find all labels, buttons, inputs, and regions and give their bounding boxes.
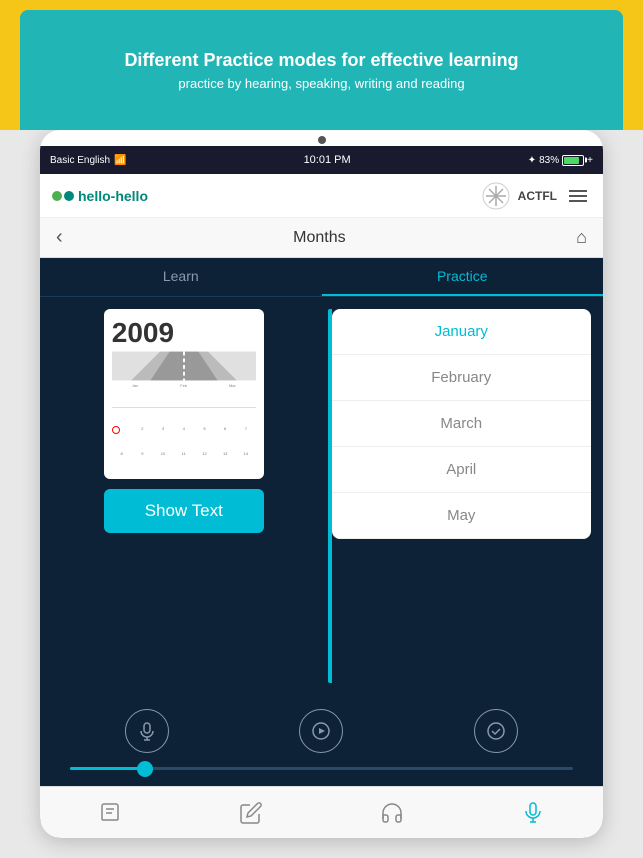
battery-percent: 83% <box>539 155 559 166</box>
show-text-button[interactable]: Show Text <box>104 489 264 533</box>
nav-speak[interactable] <box>462 801 603 825</box>
banner-inner: Different Practice modes for effective l… <box>20 10 623 130</box>
play-button[interactable] <box>299 709 343 753</box>
status-bar: Basic English 📶 10:01 PM ✦ 83% + <box>40 146 603 174</box>
month-may[interactable]: May <box>332 493 592 539</box>
actfl-snowflake-icon <box>482 182 510 210</box>
tab-bar: Learn Practice <box>40 258 603 297</box>
menu-line-1 <box>569 190 587 192</box>
home-button[interactable]: ⌂ <box>576 227 587 248</box>
tab-learn[interactable]: Learn <box>40 258 322 296</box>
page-title: Months <box>293 229 345 247</box>
battery-fill <box>564 157 579 164</box>
camera-dot <box>318 136 326 144</box>
nav-library[interactable] <box>40 801 181 825</box>
calendar-image: 2009 Jan <box>104 309 264 479</box>
progress-track <box>70 767 573 770</box>
logo-box <box>52 191 74 201</box>
nav-bar: ‹ Months ⌂ <box>40 218 603 258</box>
status-right: ✦ 83% + <box>528 155 593 166</box>
carrier-text: Basic English <box>50 155 110 166</box>
banner-subtitle: practice by hearing, speaking, writing a… <box>178 76 464 91</box>
status-time: 10:01 PM <box>304 154 351 166</box>
panel-accent <box>328 309 332 683</box>
header-right: ACTFL <box>482 182 591 210</box>
control-buttons <box>60 709 583 753</box>
panels: 2009 Jan <box>40 297 603 695</box>
menu-line-2 <box>569 195 587 197</box>
month-february[interactable]: February <box>332 355 592 401</box>
actfl-text: ACTFL <box>518 189 557 203</box>
charging-icon: + <box>587 155 593 166</box>
month-april[interactable]: April <box>332 447 592 493</box>
cal-year: 2009 <box>112 317 256 349</box>
menu-icon[interactable] <box>565 186 591 206</box>
nav-write[interactable] <box>181 801 322 825</box>
left-panel: 2009 Jan <box>52 309 316 683</box>
months-list: January February March April May <box>332 309 592 539</box>
tab-practice[interactable]: Practice <box>322 258 604 296</box>
microphone-button[interactable] <box>125 709 169 753</box>
progress-fill <box>70 767 145 770</box>
month-march[interactable]: March <box>332 401 592 447</box>
check-button[interactable] <box>474 709 518 753</box>
status-left: Basic English 📶 <box>50 155 126 166</box>
progress-thumb[interactable] <box>137 761 153 777</box>
logo-dot-green <box>52 191 62 201</box>
progress-bar-container <box>60 763 583 778</box>
bottom-nav <box>40 786 603 838</box>
back-button[interactable]: ‹ <box>56 226 63 249</box>
content-area: Learn Practice 2009 <box>40 258 603 838</box>
logo-text: hello-hello <box>78 188 148 204</box>
app-header: hello-hello ACTFL <box>40 174 603 218</box>
logo-area: hello-hello <box>52 188 148 204</box>
wifi-icon: 📶 <box>114 155 126 166</box>
bottom-controls <box>40 695 603 786</box>
top-banner: Different Practice modes for effective l… <box>0 0 643 130</box>
menu-line-3 <box>569 200 587 202</box>
banner-title: Different Practice modes for effective l… <box>124 49 518 72</box>
logo-dot-teal <box>64 191 74 201</box>
nav-listen[interactable] <box>322 801 463 825</box>
device-frame: Basic English 📶 10:01 PM ✦ 83% + hello-h <box>40 130 603 838</box>
battery-icon <box>562 155 584 166</box>
bluetooth-icon: ✦ <box>528 155 536 166</box>
right-panel-wrapper: January February March April May <box>328 309 592 683</box>
cal-road-image <box>112 351 256 381</box>
month-january[interactable]: January <box>332 309 592 355</box>
